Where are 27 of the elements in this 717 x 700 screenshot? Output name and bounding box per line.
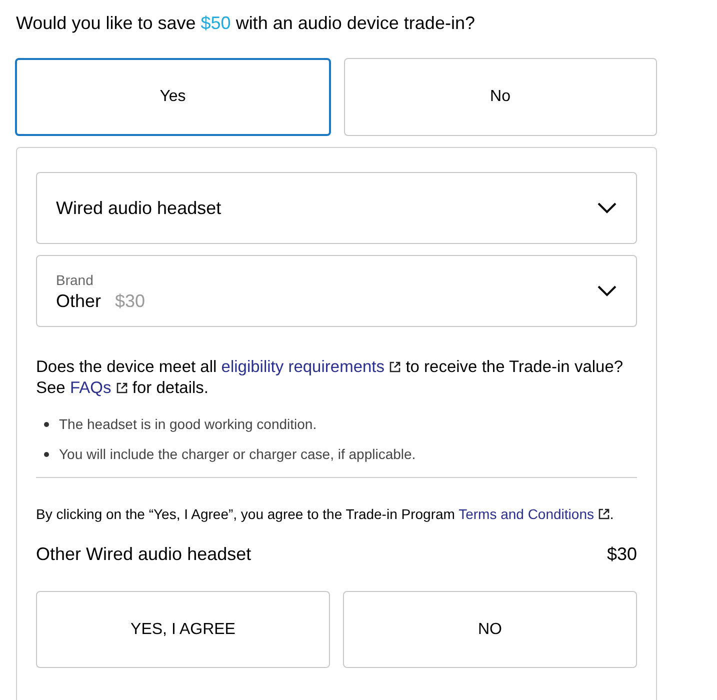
item-name: Other Wired audio headset (36, 544, 252, 565)
eligibility-question: Does the device meet all eligibility requirements to receive the Trade-in value? See FAQs for details. (36, 357, 624, 399)
dropdown-value: Wired audio headset (56, 198, 222, 218)
chevron-down-icon (597, 285, 617, 297)
link[interactable]: Terms and Conditions (458, 506, 594, 522)
bullet-icon (44, 422, 49, 426)
agreement-button[interactable]: YES, I AGREE (36, 591, 330, 668)
condition-text: The headset is in good working condition. (59, 416, 317, 432)
link[interactable]: FAQs (70, 379, 112, 397)
terms-text: By clicking on the “Yes, I Agree”, you agree to the Trade-in Program Terms and Conditions . (36, 505, 615, 524)
chevron-down-icon (597, 202, 617, 214)
option-button[interactable]: Yes (15, 58, 330, 136)
price-text: $30 (115, 291, 146, 312)
item-price: $30 (606, 544, 637, 565)
question-heading: Would you like to save $50 with an audio device trade-in? (16, 12, 476, 34)
external-link-icon (116, 382, 128, 394)
device-type-dropdown[interactable]: Wired audio headset (36, 172, 637, 244)
bullet-icon (44, 452, 49, 456)
external-link-icon (389, 361, 402, 373)
dropdown-value: Other (56, 291, 102, 312)
agreement-button[interactable]: NO (343, 591, 637, 668)
dropdown-label: Brand (56, 272, 94, 288)
brand-dropdown[interactable]: Brand Other $30 (36, 255, 637, 327)
option-button[interactable]: No (344, 58, 657, 136)
link[interactable]: eligibility requirements (221, 358, 385, 376)
condition-text: You will include the charger or charger case, if applicable. (59, 446, 416, 462)
external-link-icon (598, 508, 610, 520)
